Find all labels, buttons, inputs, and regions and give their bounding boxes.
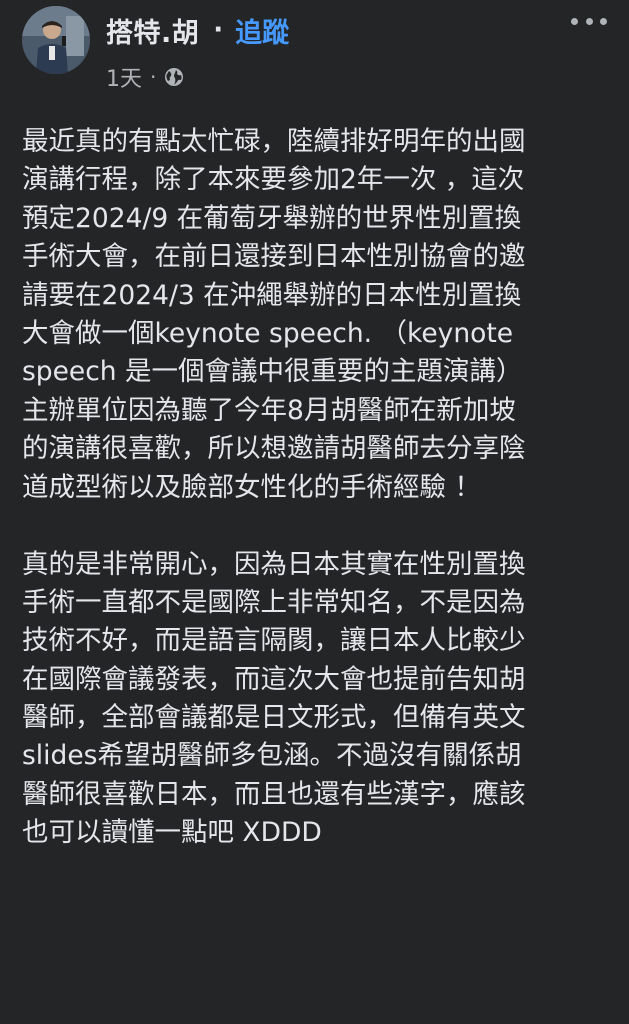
post-line: 也可以讀懂一點吧 XDDD [22,817,322,849]
more-options-icon-dot [600,17,607,25]
post-text: 最近真的有點太忙碌，陸續排好明年的出國 演講行程，除了本來要參加2年一次 ，這次… [22,123,612,853]
follow-button[interactable]: 追蹤 [235,11,289,50]
post-line: 技術不好，而是語言隔閡，讓日本人比較少 [22,625,526,657]
post-line: 大會做一個keynote speech. （keynote [22,317,514,349]
post-line: 手術一直都不是國際上非常知名，不是因為 [22,586,526,618]
globe-icon [165,68,184,86]
post-line: 最近真的有點太忙碌，陸續排好明年的出國 [22,126,526,157]
post-line: 演講行程，除了本來要參加2年一次 ，這次 [22,164,525,196]
post-line: 手術大會，在前日還接到日本性別協會的邀 [22,241,526,273]
post-line: 真的是非常開心，因為日本其實在性別置換 [22,548,526,580]
post-timestamp[interactable]: 1天 [106,61,142,93]
post-line: 的演講很喜歡，所以想邀請胡醫師去分享陰 [22,433,526,465]
name-separator: · [213,15,224,45]
post-line: 請要在2024/3 在沖繩舉辦的日本性別置換 [22,279,522,311]
more-options-button[interactable] [571,12,607,30]
post-header: 搭特.胡 · 追蹤 1天 · [0,0,629,110]
avatar-photo [22,6,90,74]
post-meta: 1天 · [106,60,184,94]
post-line: slides希望胡醫師多包涵。不過沒有關係胡 [22,740,522,772]
more-options-icon-dot [571,17,578,25]
post-line: 預定2024/9 在葡萄牙舉辦的世界性別置換 [22,202,522,234]
post-line: 主辦單位因為聽了今年8月胡醫師在新加坡 [22,394,516,426]
post-line: speech 是一個會議中很重要的主題演講） [22,356,523,388]
post-line: 醫師很喜歡日本，而且也還有些漢字，應該 [22,778,526,810]
post-line: 在國際會議發表，而這次大會也提前告知胡 [22,663,526,695]
more-options-icon-dot [585,17,593,25]
post-line: 道成型術以及臉部女性化的手術經驗 ！ [22,471,481,503]
post-line: 醫師，全部會議都是日文形式，但備有英文 [22,702,526,734]
author-name[interactable]: 搭特.胡 [106,11,199,50]
meta-separator: · [150,65,157,89]
author-avatar[interactable] [22,6,90,74]
author-row: 搭特.胡 · 追蹤 [106,10,289,50]
